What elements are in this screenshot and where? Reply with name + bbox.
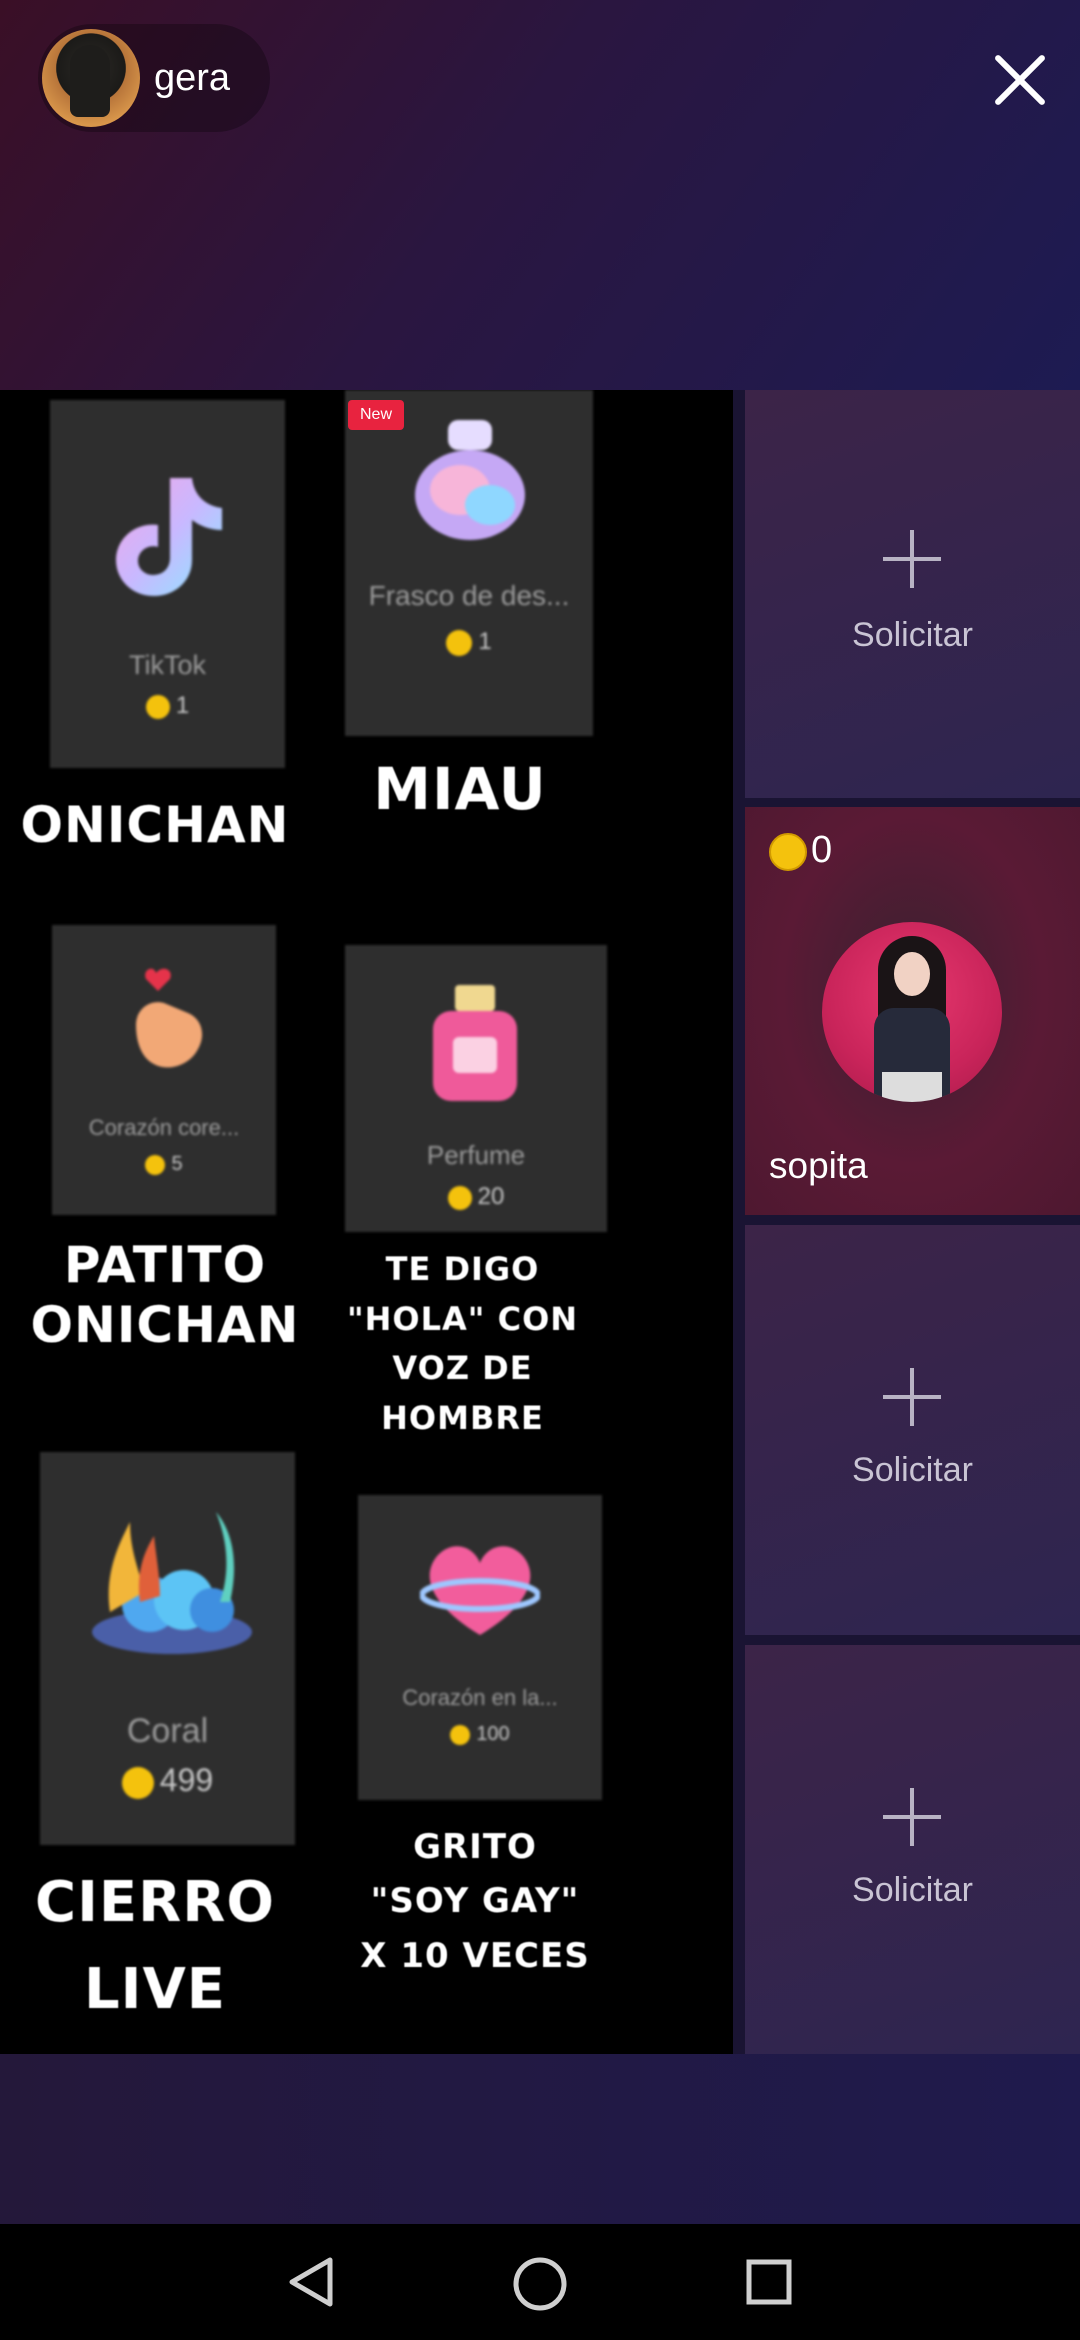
finger-heart-icon bbox=[136, 968, 203, 1068]
recent-square-icon[interactable] bbox=[745, 2258, 793, 2306]
gift-name: Perfume bbox=[426, 1140, 526, 1170]
guest-name: sopita bbox=[769, 1145, 868, 1186]
gift-name: Corazón core... bbox=[88, 1115, 240, 1140]
request-label: Solicitar bbox=[852, 1451, 973, 1489]
coin-icon bbox=[450, 1724, 471, 1745]
coin-icon bbox=[121, 1766, 154, 1799]
request-slot-2[interactable]: Solicitar bbox=[745, 1225, 1080, 1635]
request-slot-1[interactable]: Solicitar bbox=[745, 390, 1080, 798]
guest-coin-count: 0 bbox=[811, 829, 833, 871]
menu-caption: MIAU bbox=[373, 755, 547, 823]
gift-price: 1 bbox=[345, 628, 593, 656]
plus-icon bbox=[883, 1788, 941, 1846]
gift-name: Coral bbox=[126, 1712, 209, 1750]
jar-gift-icon bbox=[415, 420, 525, 540]
host-profile[interactable]: gera bbox=[38, 24, 270, 132]
menu-caption: GRITO "SOY GAY" X 10 VECES bbox=[360, 1827, 590, 1976]
gift-card: Coral 499 bbox=[40, 1452, 295, 1845]
home-circle-icon[interactable] bbox=[512, 2256, 568, 2312]
menu-caption: PATITO ONICHAN bbox=[30, 1236, 300, 1354]
gift-price: 100 bbox=[358, 1723, 602, 1746]
plus-icon bbox=[883, 1368, 941, 1426]
close-icon[interactable] bbox=[990, 50, 1050, 110]
coin-icon bbox=[769, 833, 807, 871]
gift-name: TikTok bbox=[128, 650, 206, 680]
tiktok-logo-icon bbox=[116, 478, 222, 596]
plus-icon bbox=[883, 530, 941, 588]
gift-price: 499 bbox=[40, 1762, 295, 1799]
heart-planet-icon bbox=[420, 1546, 540, 1635]
host-video-feed: TikTok 1 ONICHAN Frasco de des... 1 New … bbox=[0, 390, 733, 2054]
gift-price: 1 bbox=[50, 692, 285, 720]
coin-icon bbox=[447, 1185, 472, 1210]
request-slot-3[interactable]: Solicitar bbox=[745, 1645, 1080, 2054]
gift-card: Corazón en la... 100 bbox=[358, 1495, 602, 1800]
gift-name: Corazón en la... bbox=[402, 1685, 558, 1710]
request-label: Solicitar bbox=[852, 616, 973, 654]
gift-name: Frasco de des... bbox=[368, 580, 570, 611]
footer-background bbox=[0, 2054, 1080, 2224]
menu-caption: TE DIGO "HOLA" CON VOZ DE HOMBRE bbox=[346, 1250, 579, 1437]
host-avatar[interactable] bbox=[42, 29, 140, 127]
new-badge: New bbox=[348, 400, 404, 430]
host-name: gera bbox=[154, 56, 231, 99]
system-navigation-bar bbox=[0, 2224, 1080, 2340]
coin-icon bbox=[145, 1154, 166, 1175]
coin-icon bbox=[145, 694, 170, 719]
coral-icon bbox=[92, 1512, 252, 1654]
gift-card: Perfume 20 bbox=[345, 945, 607, 1232]
menu-caption: CIERRO LIVE bbox=[34, 1870, 276, 2022]
menu-caption: ONICHAN bbox=[20, 796, 290, 854]
gift-price: 5 bbox=[52, 1153, 276, 1176]
guest-avatar[interactable] bbox=[822, 922, 1002, 1102]
gift-price: 20 bbox=[345, 1183, 607, 1211]
request-label: Solicitar bbox=[852, 1871, 973, 1909]
gift-card: Frasco de des... 1 bbox=[345, 390, 593, 736]
gift-card: TikTok 1 bbox=[50, 400, 285, 768]
coin-icon bbox=[446, 629, 473, 656]
perfume-icon bbox=[433, 985, 517, 1101]
gift-card: Corazón core... 5 bbox=[52, 925, 276, 1215]
guest-slot-sopita[interactable]: 0 sopita bbox=[745, 807, 1080, 1215]
